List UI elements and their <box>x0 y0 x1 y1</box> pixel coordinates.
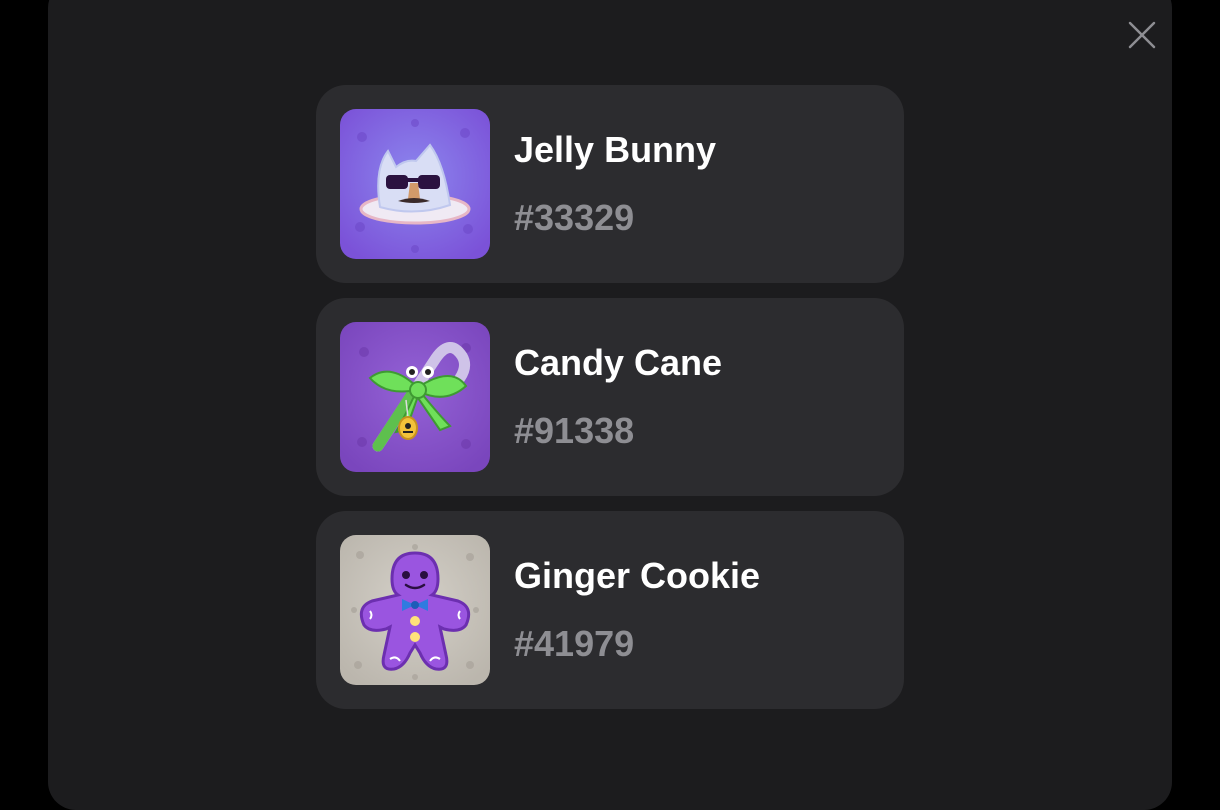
gift-card-ginger-cookie[interactable]: Ginger Cookie #41979 <box>316 511 904 709</box>
candy-cane-icon <box>340 322 490 472</box>
gift-title: Ginger Cookie <box>514 555 761 596</box>
gift-title: Candy Cane <box>514 342 723 383</box>
ginger-cookie-icon <box>340 535 490 685</box>
gift-number: #91338 <box>514 410 635 451</box>
gift-card-candy-cane[interactable]: Candy Cane #91338 <box>316 298 904 496</box>
gift-thumbnail <box>340 109 490 259</box>
jelly-bunny-icon <box>340 109 490 259</box>
gift-thumbnail <box>340 535 490 685</box>
gift-number: #41979 <box>514 623 635 664</box>
gift-thumbnail <box>340 322 490 472</box>
close-button[interactable] <box>1120 13 1164 57</box>
gift-title: Jelly Bunny <box>514 129 717 170</box>
gift-number: #33329 <box>514 197 635 238</box>
gift-list: Jelly Bunny #33329 Candy Cane #91338 Gin… <box>316 85 904 724</box>
close-icon <box>1128 21 1156 49</box>
gift-card-jelly-bunny[interactable]: Jelly Bunny #33329 <box>316 85 904 283</box>
